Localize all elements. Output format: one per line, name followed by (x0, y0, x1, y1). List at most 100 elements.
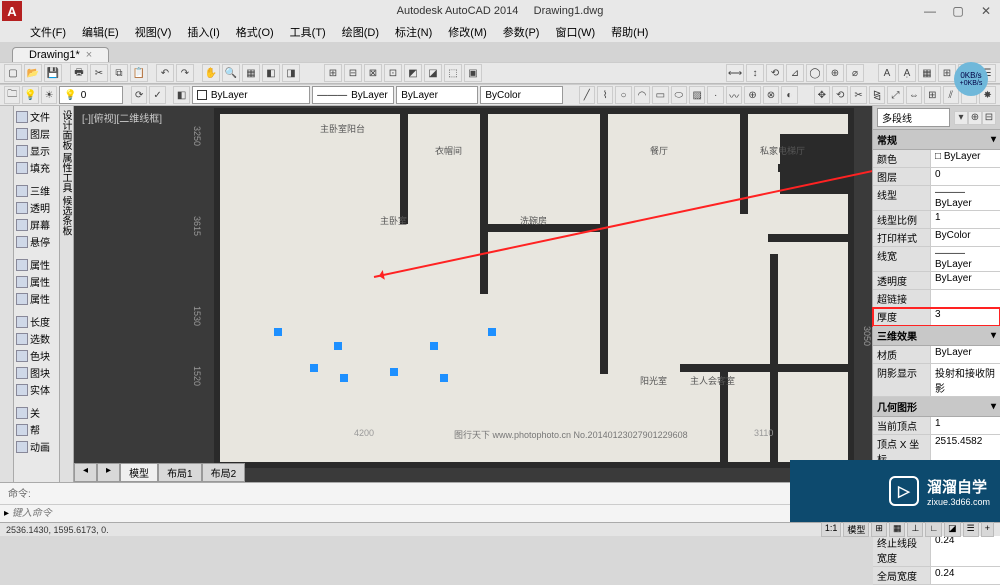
trim-icon[interactable]: ✂ (850, 86, 866, 104)
selection-grip[interactable] (440, 374, 448, 382)
property-row[interactable]: 图层0 (873, 168, 1000, 186)
left-panel-item[interactable]: 图层 (14, 125, 59, 142)
status-toggle[interactable]: ⊞ (871, 522, 887, 537)
layer-icon[interactable]: ☀ (41, 86, 57, 104)
text-icon[interactable]: Ạ (898, 64, 916, 82)
tool-icon[interactable]: ⬚ (444, 64, 462, 82)
menu-item[interactable]: 帮助(H) (605, 22, 654, 42)
menu-item[interactable]: 文件(F) (24, 22, 72, 42)
filter-icon[interactable]: ⊟ (982, 111, 996, 125)
paste-icon[interactable]: 📋 (130, 64, 148, 82)
dim-icon[interactable]: ⊕ (826, 64, 844, 82)
move-icon[interactable]: ✥ (814, 86, 830, 104)
point-icon[interactable]: · (707, 86, 723, 104)
layer-icon[interactable]: 💡 (22, 86, 38, 104)
left-panel-item[interactable]: 属性 (14, 290, 59, 307)
property-row[interactable]: 透明度ByLayer (873, 272, 1000, 290)
tool-icon[interactable]: ⊕ (744, 86, 760, 104)
left-panel-item[interactable]: 图块 (14, 364, 59, 381)
tool-icon[interactable]: ⊞ (324, 64, 342, 82)
tool-icon[interactable]: ⊟ (344, 64, 362, 82)
viewport-label[interactable]: [-][俯视][二维线框] (82, 110, 162, 125)
close-tab-icon[interactable]: × (86, 49, 92, 61)
hatch-icon[interactable]: ▨ (689, 86, 705, 104)
left-panel-item[interactable]: 悬停 (14, 233, 59, 250)
status-toggle[interactable]: ◪ (944, 522, 961, 537)
left-panel-item[interactable]: 属性 (14, 256, 59, 273)
menu-item[interactable]: 插入(I) (181, 22, 225, 42)
tool-icon[interactable]: ◩ (404, 64, 422, 82)
document-tab[interactable]: Drawing1* × (12, 47, 109, 62)
menu-item[interactable]: 编辑(E) (76, 22, 125, 42)
left-panel-item[interactable]: 实体 (14, 381, 59, 398)
menu-item[interactable]: 格式(O) (230, 22, 280, 42)
text-icon[interactable]: A (878, 64, 896, 82)
property-row[interactable]: 材质ByLayer (873, 346, 1000, 364)
dim-icon[interactable]: ⊿ (786, 64, 804, 82)
property-row[interactable]: 终止线段宽度0.24 (873, 534, 1000, 567)
property-row[interactable]: 全局宽度0.24 (873, 567, 1000, 585)
property-value[interactable]: 0.24 (931, 534, 1000, 566)
property-value[interactable]: ByLayer (931, 346, 1000, 363)
property-value[interactable]: □ ByLayer (931, 150, 1000, 167)
pan-icon[interactable]: ✋ (202, 64, 220, 82)
left-panel-item[interactable]: 屏幕 (14, 216, 59, 233)
select-icon[interactable]: ▾ (954, 111, 968, 125)
property-value[interactable]: ByLayer (931, 272, 1000, 289)
menu-item[interactable]: 工具(T) (284, 22, 332, 42)
layer-current-combo[interactable]: 💡 0 (59, 86, 123, 104)
left-panel-item[interactable]: 属性 (14, 273, 59, 290)
left-panel-item[interactable]: 关 (14, 404, 59, 421)
stretch-icon[interactable]: ⇔ (906, 86, 922, 104)
property-row[interactable]: 厚度3 (873, 308, 1000, 326)
polyline-icon[interactable]: ⌇ (597, 86, 613, 104)
rect-icon[interactable]: ▭ (652, 86, 668, 104)
property-row[interactable]: 超链接 (873, 290, 1000, 308)
object-type-select[interactable]: 多段线 (877, 108, 950, 127)
tool-icon[interactable]: ◧ (262, 64, 280, 82)
dim-icon[interactable]: ↕ (746, 64, 764, 82)
undo-icon[interactable]: ↶ (156, 64, 174, 82)
linetype-combo[interactable]: ——— ByLayer (312, 86, 394, 104)
property-value[interactable]: 0 (931, 168, 1000, 185)
dim-icon[interactable]: ⟷ (726, 64, 744, 82)
print-icon[interactable]: 🖶 (70, 64, 88, 82)
property-value[interactable]: 3 (931, 308, 1000, 325)
property-row[interactable]: 颜色□ ByLayer (873, 150, 1000, 168)
property-value[interactable]: 1 (931, 417, 1000, 434)
left-panel-item[interactable]: 显示 (14, 142, 59, 159)
cut-icon[interactable]: ✂ (90, 64, 108, 82)
open-icon[interactable]: 📂 (24, 64, 42, 82)
menu-item[interactable]: 标注(N) (389, 22, 438, 42)
prop-section-3d[interactable]: 三维效果▾ (873, 326, 1000, 346)
left-panel-item[interactable]: 文件 (14, 108, 59, 125)
property-row[interactable]: 打印样式ByColor (873, 229, 1000, 247)
tool-icon[interactable]: ⊗ (763, 86, 779, 104)
left-panel-item[interactable]: 选数 (14, 330, 59, 347)
tool-icon[interactable]: ▣ (464, 64, 482, 82)
status-toggle[interactable]: ∟ (925, 522, 942, 537)
status-toggle[interactable]: 模型 (843, 522, 869, 537)
menu-item[interactable]: 绘图(D) (336, 22, 385, 42)
layer-tool-icon[interactable]: ✓ (149, 86, 165, 104)
selection-grip[interactable] (334, 342, 342, 350)
arc-icon[interactable]: ◠ (634, 86, 650, 104)
selection-grip[interactable] (340, 374, 348, 382)
tool-icon[interactable]: ◨ (282, 64, 300, 82)
color-combo[interactable]: ByLayer (192, 86, 310, 104)
selection-grip[interactable] (310, 364, 318, 372)
property-value[interactable]: ByColor (931, 229, 1000, 246)
lineweight-combo[interactable]: ByLayer (396, 86, 478, 104)
drawing-canvas[interactable]: [-][俯视][二维线框] 主卧室阳台 衣帽间 主卧室 洗碗房 餐厅 私家电梯厅… (74, 106, 872, 502)
left-panel-item[interactable]: 动画 (14, 438, 59, 455)
table-icon[interactable]: ▦ (918, 64, 936, 82)
property-value[interactable] (931, 290, 1000, 307)
status-toggle[interactable]: ⊥ (907, 522, 923, 537)
new-icon[interactable]: ▢ (4, 64, 22, 82)
scale-icon[interactable]: ⤢ (887, 86, 903, 104)
arrow-right-icon[interactable]: ▸ (97, 463, 120, 482)
property-row[interactable]: 线宽——— ByLayer (873, 247, 1000, 272)
ellipse-icon[interactable]: ⬭ (671, 86, 687, 104)
status-toggle[interactable]: + (981, 522, 994, 537)
property-value[interactable]: ——— ByLayer (931, 247, 1000, 271)
